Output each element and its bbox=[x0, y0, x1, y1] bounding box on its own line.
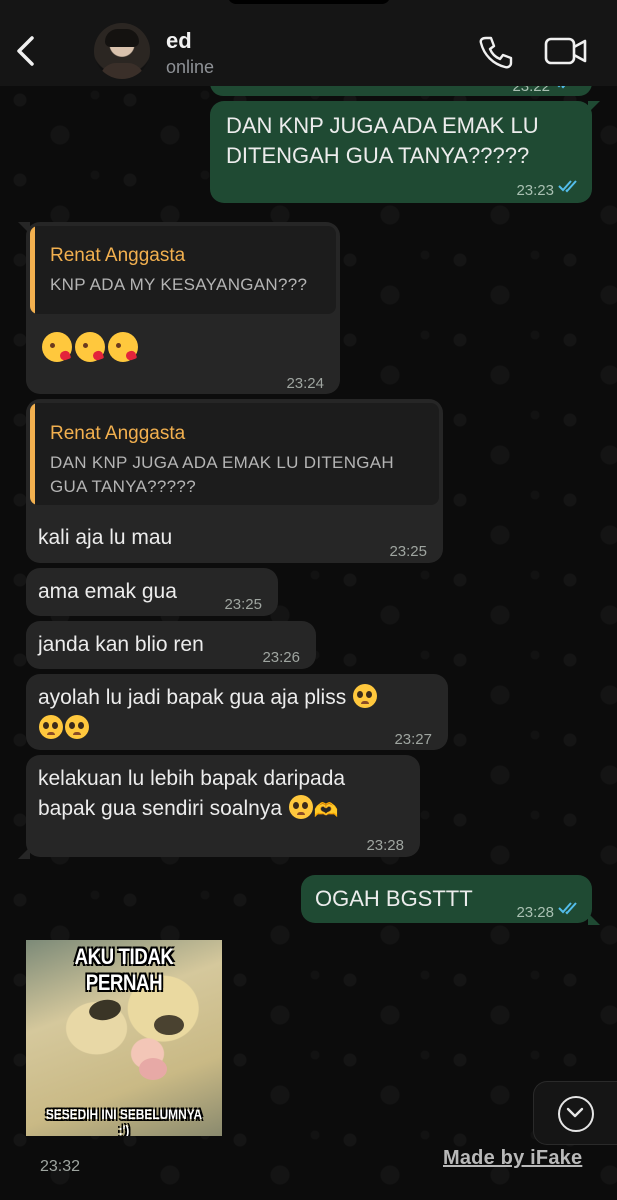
kissing-face-emoji-icon bbox=[75, 332, 105, 363]
message-time: 23:25 bbox=[389, 543, 427, 560]
quoted-reply[interactable]: Renat Anggasta KNP ADA MY KESAYANGAN??? bbox=[30, 226, 336, 314]
kissing-face-emoji-icon bbox=[108, 332, 138, 363]
phone-icon[interactable] bbox=[478, 34, 514, 70]
read-receipt-icon bbox=[558, 180, 577, 193]
message-time: 23:27 bbox=[394, 731, 432, 748]
heart-hands-emoji-icon: 🫶 bbox=[313, 800, 339, 822]
message-time: 23:24 bbox=[286, 375, 324, 392]
quoted-sender-name: Renat Anggasta bbox=[50, 423, 186, 444]
message-text-line-1: DAN KNP JUGA ADA EMAK LU bbox=[226, 113, 539, 138]
pleading-face-emoji-icon bbox=[39, 715, 63, 739]
message-time: 23:23 bbox=[516, 182, 554, 199]
message-time: 23:32 bbox=[40, 1158, 81, 1175]
message-text: OGAH BGSTTT bbox=[315, 886, 473, 911]
message-text-line-1: ayolah lu jadi bapak gua aja pliss bbox=[38, 686, 347, 709]
meme-bottom-caption: SESEDIH INI SEBELUMNYA :') bbox=[45, 1106, 203, 1136]
pleading-face-emoji-icon bbox=[65, 715, 89, 739]
bubble-tail bbox=[18, 847, 30, 859]
back-chevron-icon[interactable] bbox=[12, 34, 40, 68]
message-text: ayolah lu jadi bapak gua aja pliss bbox=[38, 683, 378, 712]
message-bubble-incoming[interactable]: ama emak gua 23:25 bbox=[26, 568, 278, 616]
pleading-face-emoji-icon bbox=[288, 795, 313, 819]
message-text-line-2: bapak gua sendiri soalnya 🫶 bbox=[38, 794, 339, 826]
emoji-row bbox=[38, 714, 90, 743]
message-text-line-2: DITENGAH GUA TANYA????? bbox=[226, 143, 530, 168]
video-camera-icon[interactable] bbox=[544, 36, 588, 66]
quoted-text: KNP ADA MY KESAYANGAN??? bbox=[50, 275, 308, 294]
pleading-face-emoji-icon bbox=[353, 684, 378, 708]
scroll-to-bottom-button[interactable] bbox=[533, 1081, 617, 1145]
message-time: 23:28 bbox=[516, 904, 554, 921]
quoted-reply[interactable]: Renat Anggasta DAN KNP JUGA ADA EMAK LU … bbox=[30, 403, 439, 505]
message-bubble-incoming[interactable]: ayolah lu jadi bapak gua aja pliss 23:27 bbox=[26, 674, 448, 750]
message-text: janda kan blio ren bbox=[38, 633, 204, 656]
bubble-tail bbox=[588, 101, 600, 113]
kissing-face-emoji-icon bbox=[42, 332, 72, 363]
message-bubble-incoming[interactable]: Renat Anggasta KNP ADA MY KESAYANGAN??? … bbox=[18, 222, 340, 394]
message-bubble-outgoing[interactable]: DAN KNP JUGA ADA EMAK LU DITENGAH GUA TA… bbox=[210, 101, 600, 203]
device-notch bbox=[228, 0, 390, 4]
contact-name[interactable]: ed bbox=[166, 28, 192, 54]
watermark-text: Made by iFake bbox=[443, 1147, 583, 1169]
bubble-tail bbox=[18, 222, 30, 234]
read-receipt-icon bbox=[558, 902, 577, 915]
message-bubble-incoming[interactable]: janda kan blio ren 23:26 bbox=[26, 621, 316, 669]
contact-status: online bbox=[166, 57, 215, 77]
quoted-text-line-1: DAN KNP JUGA ADA EMAK LU DITENGAH bbox=[50, 453, 395, 472]
message-time: 23:28 bbox=[366, 837, 404, 854]
message-text: kali aja lu mau bbox=[38, 526, 173, 549]
image-message[interactable]: AKU TIDAK PERNAH SESEDIH INI SEBELUMNYA … bbox=[26, 940, 222, 1136]
bubble-tail bbox=[588, 913, 600, 925]
chevron-down-icon bbox=[566, 1107, 584, 1118]
message-bubble-incoming[interactable]: Renat Anggasta DAN KNP JUGA ADA EMAK LU … bbox=[26, 399, 443, 563]
message-time: 23:26 bbox=[262, 649, 300, 666]
message-bubble-outgoing[interactable]: OGAH BGSTTT 23:28 bbox=[301, 875, 600, 925]
emoji-row bbox=[42, 332, 141, 363]
message-text-line-1: kelakuan lu lebih bapak daripada bbox=[38, 767, 346, 790]
quoted-text-line-2: GUA TANYA????? bbox=[50, 477, 196, 496]
avatar[interactable] bbox=[94, 23, 150, 79]
message-time: 23:25 bbox=[224, 596, 262, 613]
chat-header: ed online bbox=[0, 0, 617, 86]
message-bubble-incoming[interactable]: kelakuan lu lebih bapak daripada bapak g… bbox=[18, 755, 420, 859]
meme-top-caption: AKU TIDAK PERNAH bbox=[74, 944, 174, 995]
message-text: ama emak gua bbox=[38, 580, 177, 603]
quoted-sender-name: Renat Anggasta bbox=[50, 245, 186, 266]
